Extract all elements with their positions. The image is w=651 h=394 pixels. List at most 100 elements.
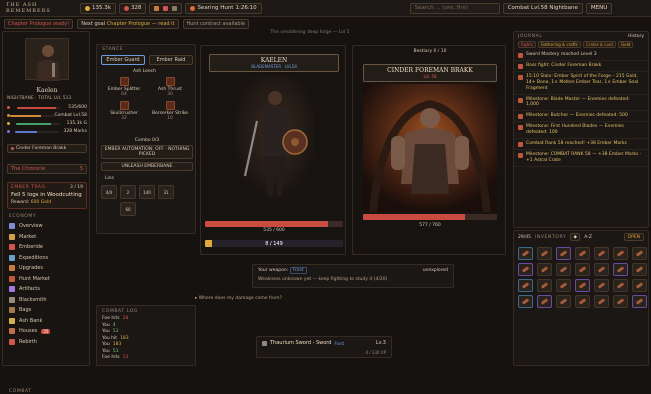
combat-level-badge[interactable]: Combat Lvl.58 Nightbane bbox=[502, 2, 583, 14]
filter-gathering-crafts[interactable]: Gathering & crafts bbox=[537, 41, 581, 48]
sidebar-item-emberide[interactable]: Emberide bbox=[3, 242, 91, 253]
automation-toggle[interactable]: EMBER AUTOMATION: OFF · NOTHING PICKED bbox=[101, 145, 193, 159]
chapter-ready-notice[interactable]: Chapter Prologue ready! bbox=[4, 18, 74, 29]
history-button[interactable]: History bbox=[628, 34, 644, 39]
inventory-slot[interactable] bbox=[632, 295, 647, 308]
filter-crates-loot[interactable]: Crates & Loot bbox=[582, 41, 617, 48]
lure-label: Lins bbox=[105, 176, 114, 181]
ash-leech-label: Ash Leech bbox=[133, 69, 156, 74]
unleash-button[interactable]: UNLEASH EMBERBANE bbox=[101, 162, 193, 171]
inventory-slot[interactable] bbox=[632, 247, 647, 260]
inventory-slot[interactable] bbox=[575, 247, 590, 260]
sword-mastery[interactable]: Thaurium Sword - Sword Frost Lv.3 4 / 130 … bbox=[256, 336, 392, 358]
inventory-slot[interactable] bbox=[556, 263, 571, 276]
damage-help-link[interactable]: ▸ Where does my damage come from? bbox=[195, 296, 282, 301]
avatar[interactable] bbox=[25, 38, 69, 81]
gem-icon bbox=[123, 5, 129, 11]
inventory-grid bbox=[514, 243, 648, 312]
inventory-slot[interactable] bbox=[518, 295, 533, 308]
menu-button[interactable]: MENU bbox=[585, 2, 613, 14]
inventory-slot[interactable] bbox=[537, 263, 552, 276]
slot-2[interactable]: 2 bbox=[120, 185, 136, 199]
bank-icon bbox=[9, 317, 15, 324]
sort-button[interactable]: A-Z bbox=[584, 235, 592, 240]
heart-icon bbox=[7, 106, 10, 109]
inventory-slot[interactable] bbox=[594, 263, 609, 276]
inventory-slot[interactable] bbox=[613, 279, 628, 292]
search-input[interactable]: Search ... (ore, fire) bbox=[409, 2, 500, 14]
economy-nav: Overview Market Emberide Expeditions Upgrade… bbox=[3, 221, 91, 347]
inventory-slot[interactable] bbox=[632, 279, 647, 292]
next-goal-notice[interactable]: Next goal Chapter Prologue — read it bbox=[77, 18, 179, 29]
item-icon bbox=[540, 266, 549, 273]
open-button[interactable]: OPEN bbox=[623, 233, 644, 241]
ember-guard-button[interactable]: Ember Guard bbox=[101, 55, 145, 65]
sidebar-item-houses[interactable]: Houses 35 bbox=[3, 326, 91, 337]
sidebar-item-upgrades[interactable]: Upgrades bbox=[3, 263, 91, 274]
expedition-icon bbox=[9, 254, 15, 261]
skill-grid: Ember Splitter 64 Ash Thrust 30 Skullcrusher… bbox=[101, 77, 193, 121]
app-brand: THE ASH REMEMBERS bbox=[6, 2, 51, 14]
skill-0[interactable]: Ember Splitter 64 bbox=[101, 77, 147, 97]
slot-5[interactable]: 60 bbox=[120, 202, 136, 216]
entry-icon bbox=[518, 114, 523, 120]
ember-raid-button[interactable]: Ember Raid bbox=[149, 55, 193, 65]
gold-counter[interactable]: 135.3k bbox=[80, 2, 116, 14]
inventory-slot[interactable] bbox=[556, 279, 571, 292]
sidebar-item-blacksmith[interactable]: Blacksmith bbox=[3, 295, 91, 306]
chronicle-button[interactable]: The Chronicle 5 bbox=[7, 164, 87, 174]
economy-heading: ECONOMY bbox=[9, 214, 37, 219]
inventory-slot[interactable] bbox=[613, 263, 628, 276]
enemy-hp-text: 577 / 760 bbox=[419, 223, 441, 228]
gem-counter[interactable]: 328 bbox=[118, 2, 147, 14]
skill-2[interactable]: Skullcrusher 32 bbox=[101, 101, 147, 121]
hunt-timer[interactable]: Searing Hunt 1:26:10 bbox=[185, 2, 262, 14]
item-icon bbox=[540, 250, 549, 257]
inventory-slot[interactable] bbox=[594, 247, 609, 260]
slot-4[interactable]: 31 bbox=[158, 185, 174, 199]
inventory-slot[interactable] bbox=[594, 295, 609, 308]
equipped-weapon-chip[interactable]: Cinder Foreman Brakk bbox=[7, 144, 87, 153]
inventory-slot[interactable] bbox=[632, 263, 647, 276]
hp-stat: 535/600 Combat Lvl.58 135.3k G 328 Marks bbox=[7, 105, 87, 134]
sidebar-item-expeditions[interactable]: Expeditions bbox=[3, 253, 91, 264]
sidebar-item-overview[interactable]: Overview bbox=[3, 221, 91, 232]
hunt-contract-notice[interactable]: Hunt contract available bbox=[182, 18, 250, 29]
skill-1[interactable]: Ash Thrust 30 bbox=[147, 77, 193, 97]
inventory-slot[interactable] bbox=[518, 247, 533, 260]
map-icon[interactable] bbox=[172, 5, 178, 11]
sidebar-item-market[interactable]: Market bbox=[3, 232, 91, 243]
inventory-slot[interactable] bbox=[575, 279, 590, 292]
sidebar-item-hunt-market[interactable]: Hunt Market bbox=[3, 274, 91, 285]
filter-button[interactable]: ◆ bbox=[570, 233, 581, 241]
sidebar-item-artifacts[interactable]: Artifacts bbox=[3, 284, 91, 295]
sidebar-item-rebirth[interactable]: Rebirth bbox=[3, 337, 91, 348]
entry-icon bbox=[518, 75, 523, 80]
inventory-slot[interactable] bbox=[613, 295, 628, 308]
inventory-slot[interactable] bbox=[518, 263, 533, 276]
inventory-slot[interactable] bbox=[556, 295, 571, 308]
ember-trail-card[interactable]: EMBER TRAIL 3 / 19 Fell 5 logs in Woodcut… bbox=[7, 182, 87, 209]
inventory-slot[interactable] bbox=[537, 295, 552, 308]
inventory-slot[interactable] bbox=[575, 263, 590, 276]
inventory-slot[interactable] bbox=[613, 247, 628, 260]
skill-icon bbox=[119, 77, 129, 86]
bestiary-counter[interactable]: Bestiary 0 / 10 bbox=[353, 49, 507, 54]
skill-3[interactable]: Berserker Strike 10 bbox=[147, 101, 193, 121]
chest-icon[interactable] bbox=[154, 5, 160, 11]
sidebar-item-ash-bank[interactable]: Ash Bank bbox=[3, 316, 91, 327]
inventory-slot[interactable] bbox=[575, 295, 590, 308]
inventory-slot[interactable] bbox=[556, 247, 571, 260]
inventory-slot[interactable] bbox=[537, 247, 552, 260]
enemy-card: Bestiary 0 / 10 CINDER FOREMAN BRAKK LVL… bbox=[352, 45, 506, 255]
sidebar-item-bags[interactable]: Bags bbox=[3, 305, 91, 316]
inventory-slot[interactable] bbox=[594, 279, 609, 292]
slot-1[interactable]: 4/4 bbox=[101, 185, 117, 199]
ember-icon bbox=[9, 244, 15, 251]
filter-gold[interactable]: Gold bbox=[618, 41, 634, 48]
inventory-slot[interactable] bbox=[518, 279, 533, 292]
inventory-slot[interactable] bbox=[537, 279, 552, 292]
slot-3[interactable]: 140 bbox=[139, 185, 155, 199]
scroll-icon[interactable] bbox=[163, 5, 169, 11]
filter-fights[interactable]: Fights bbox=[518, 41, 536, 48]
